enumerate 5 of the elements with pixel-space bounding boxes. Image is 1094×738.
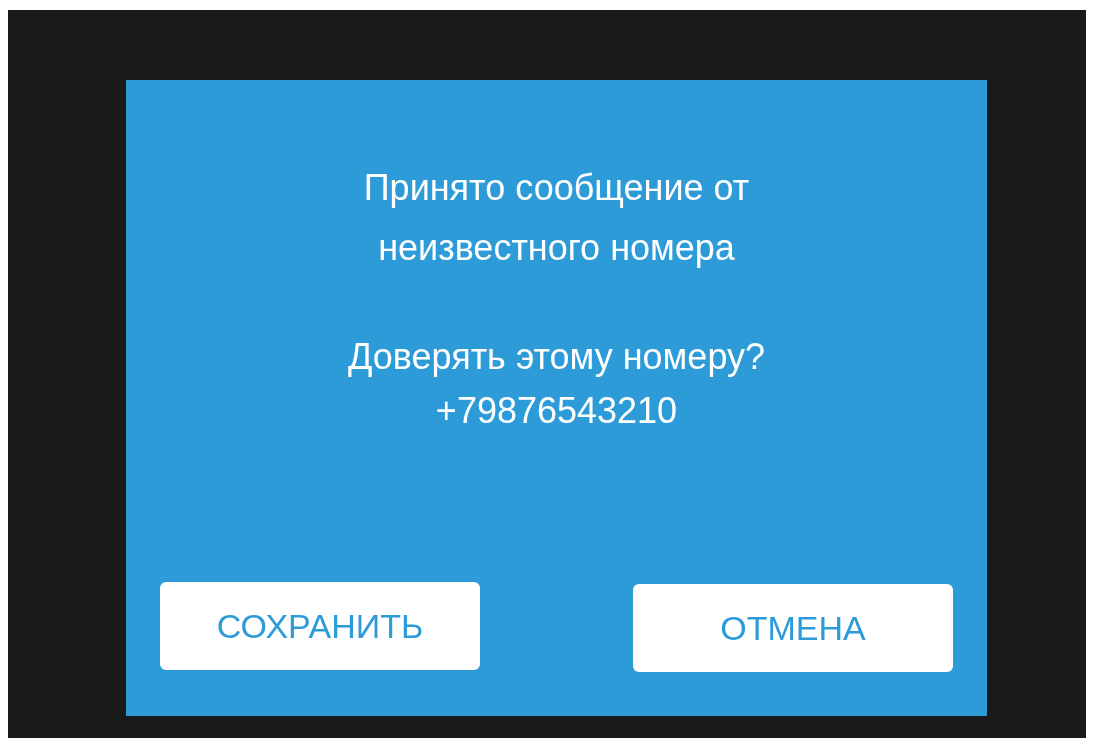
- cancel-button[interactable]: ОТМЕНА: [633, 584, 953, 672]
- dialog-message: Принято сообщение от неизвестного номера: [362, 166, 751, 270]
- phone-number: +79876543210: [435, 389, 678, 433]
- save-button[interactable]: СОХРАНИТЬ: [160, 582, 480, 670]
- dialog-question: Доверять этому номеру?: [347, 335, 766, 379]
